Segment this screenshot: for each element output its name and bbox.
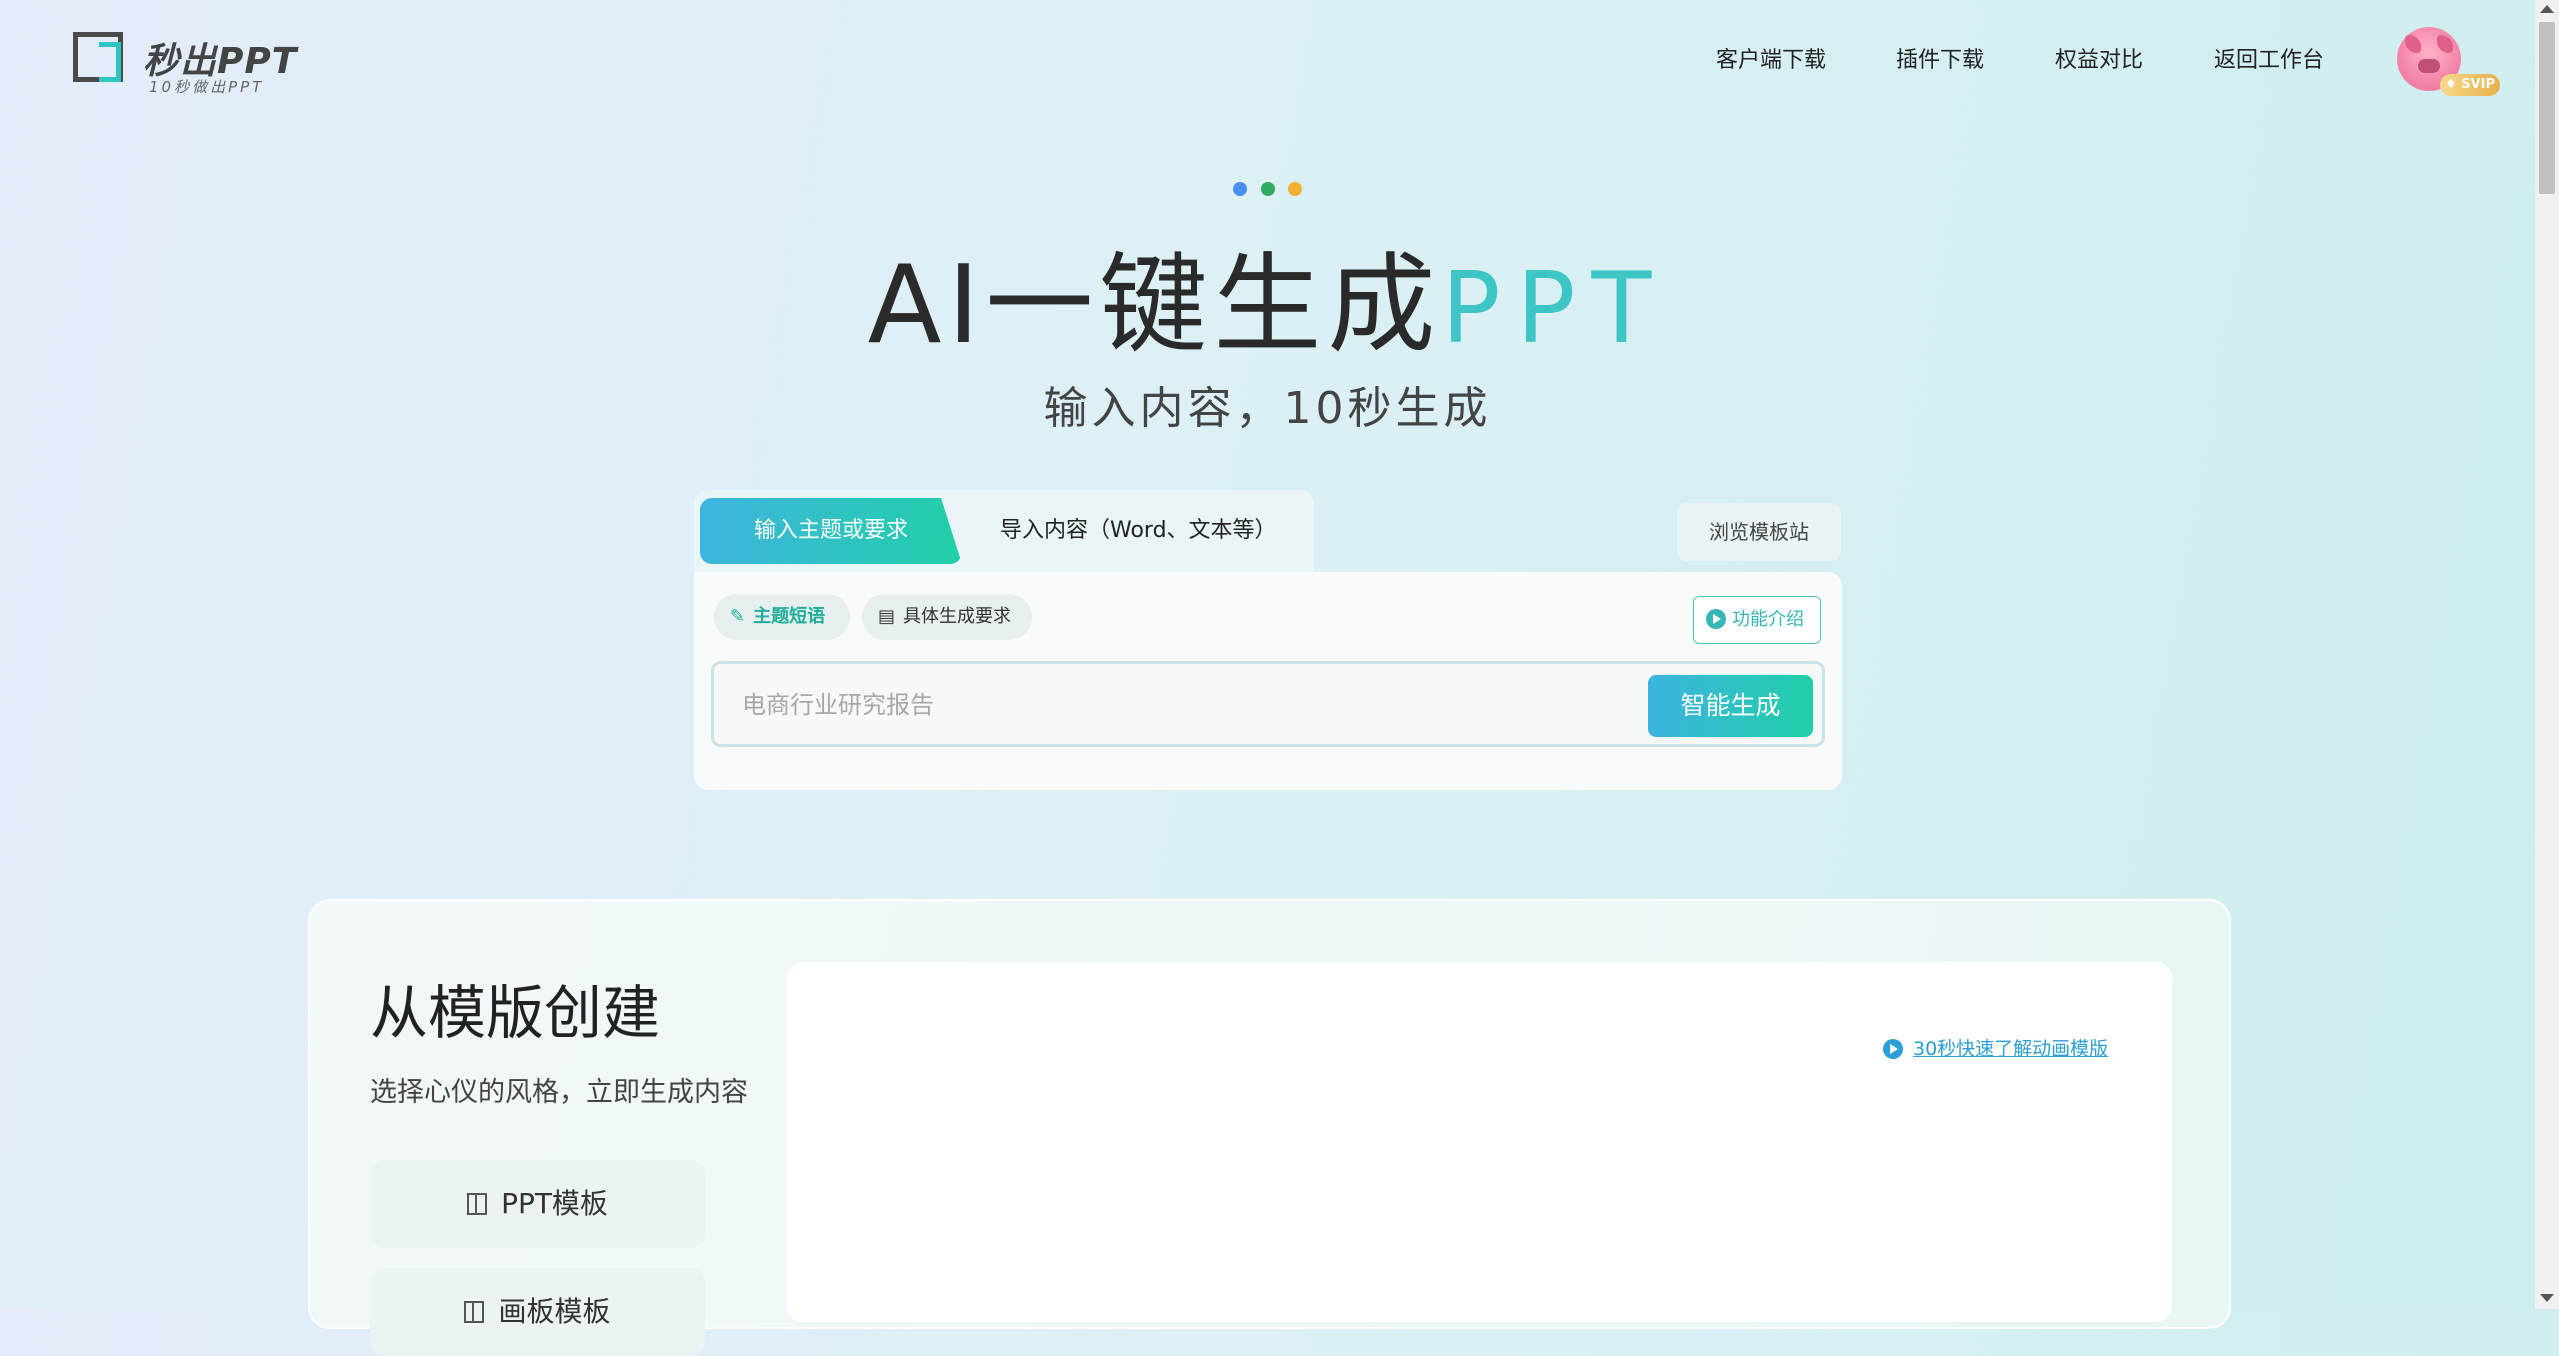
generate-button[interactable]: 智能生成	[1648, 675, 1813, 737]
scrollbar-track[interactable]	[2535, 0, 2559, 1309]
svip-label: SVIP	[2461, 77, 2495, 92]
hero-title-main: AI一键生成	[867, 243, 1442, 368]
nav-back-workspace[interactable]: 返回工作台	[2214, 42, 2324, 74]
template-preview	[787, 962, 2172, 1322]
side-item-label: 画板模板	[498, 1295, 611, 1328]
chip-specific-requirements[interactable]: ▤ 具体生成要求	[862, 594, 1032, 640]
chip-label: 具体生成要求	[903, 606, 1012, 627]
svip-badge: ♦ SVIP	[2440, 74, 2500, 96]
feature-intro-button[interactable]: 功能介绍	[1693, 596, 1821, 644]
side-item-board-template[interactable]: 画板模板	[370, 1268, 705, 1356]
hero-title-accent: PPT	[1441, 252, 1668, 366]
avatar-ear	[2405, 35, 2421, 53]
dot-green	[1261, 182, 1275, 196]
section-subtitle: 选择心仪的风格，立即生成内容	[370, 1077, 748, 1108]
note-icon: ▤	[878, 606, 896, 627]
hero-title: AI一键生成PPT	[0, 218, 2535, 374]
logo[interactable]: 秒出PPT 10秒做出PPT	[73, 32, 323, 96]
side-item-label: PPT模板	[501, 1187, 608, 1220]
chip-topic-phrase[interactable]: ✎ 主题短语	[714, 594, 850, 640]
scroll-down-icon[interactable]	[2540, 1294, 2554, 1302]
avatar-snout	[2418, 59, 2440, 73]
dot-yellow	[1288, 182, 1302, 196]
topic-input[interactable]	[740, 680, 1644, 730]
nav-benefit-compare[interactable]: 权益对比	[2055, 42, 2143, 74]
anim-link-label: 30秒快速了解动画模版	[1913, 1038, 2109, 1060]
pencil-icon: ✎	[730, 606, 746, 627]
nav-client-download[interactable]: 客户端下载	[1716, 42, 1826, 74]
play-icon	[1706, 609, 1726, 629]
layout-icon	[467, 1193, 488, 1215]
logo-subtext: 10秒做出PPT	[149, 78, 265, 96]
scroll-up-icon[interactable]	[2540, 5, 2554, 13]
layout-icon	[464, 1301, 485, 1323]
tab-topic[interactable]: 输入主题或要求	[700, 498, 962, 564]
browse-templates-button[interactable]: 浏览模板站	[1677, 503, 1841, 561]
chip-label: 主题短语	[753, 606, 826, 627]
nav-plugin-download[interactable]: 插件下载	[1896, 42, 1984, 74]
side-item-ppt-template[interactable]: PPT模板	[370, 1160, 705, 1248]
logo-mark-accent	[99, 42, 121, 82]
tab-import[interactable]: 导入内容（Word、文本等）	[1000, 498, 1290, 564]
dot-blue	[1233, 182, 1247, 196]
anim-template-link[interactable]: 30秒快速了解动画模版	[1883, 1034, 2108, 1061]
avatar-ear	[2437, 35, 2453, 53]
diamond-icon: ♦	[2445, 77, 2457, 92]
scrollbar-thumb[interactable]	[2539, 22, 2555, 194]
section-title: 从模版创建	[370, 979, 661, 1047]
play-icon	[1883, 1039, 1903, 1059]
feature-intro-label: 功能介绍	[1732, 609, 1804, 630]
hero-subtitle: 输入内容，10秒生成	[1043, 383, 1492, 434]
